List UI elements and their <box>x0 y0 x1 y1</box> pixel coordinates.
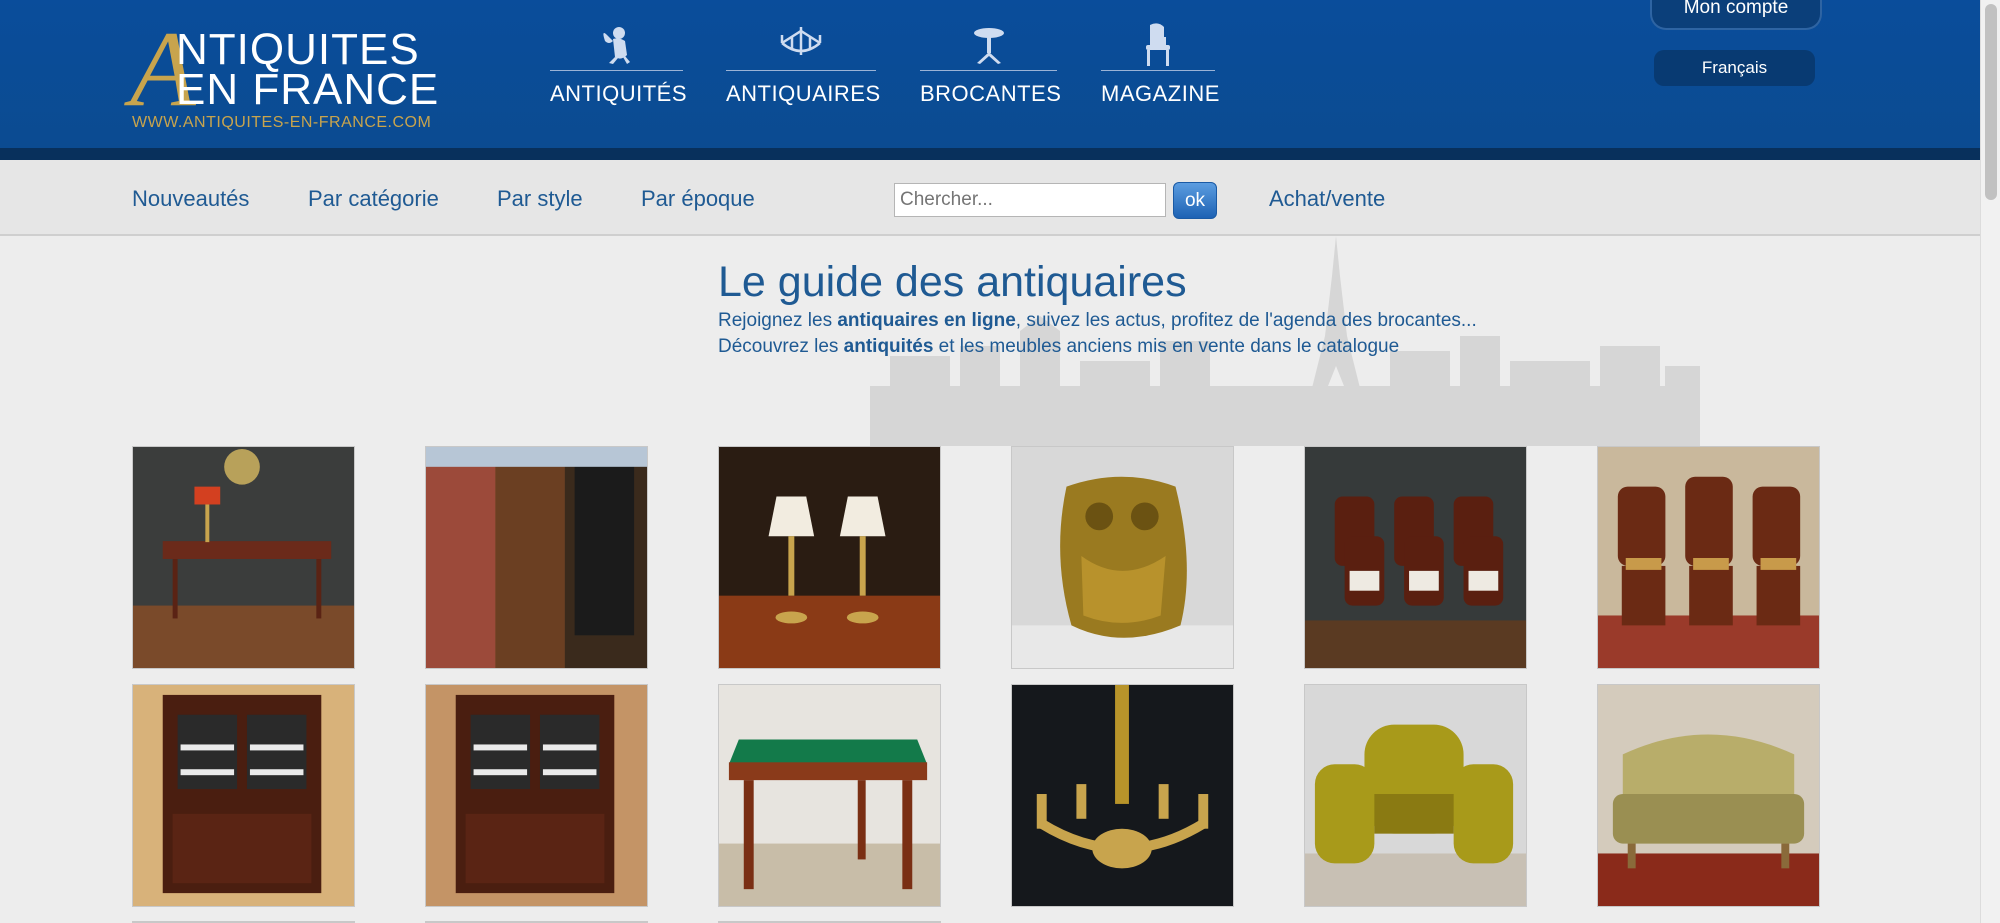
product-pair-of-lamps[interactable] <box>718 446 941 669</box>
account-button[interactable]: Mon compte <box>1650 0 1822 30</box>
nav-item-brocantes[interactable]: BROCANTES <box>920 22 1062 107</box>
nav-divider <box>550 70 683 71</box>
site-header: A NTIQUITES EN FRANCE WWW.ANTIQUITES-EN-… <box>0 0 1980 160</box>
nav-divider <box>726 70 876 71</box>
chair-icon <box>1101 22 1215 68</box>
nav-item-magazine[interactable]: MAGAZINE <box>1101 22 1220 107</box>
subnav-link-epoque[interactable]: Par époque <box>641 186 755 212</box>
cherub-icon <box>550 22 683 68</box>
hero-link-antiquites[interactable]: antiquités <box>844 336 934 357</box>
subnav-link-style[interactable]: Par style <box>497 186 583 212</box>
page-scrollbar[interactable] <box>1980 0 2000 923</box>
nav-divider <box>920 70 1057 71</box>
chandelier-icon <box>726 22 876 68</box>
product-sofa[interactable] <box>1597 684 1820 907</box>
page-title: Le guide des antiquaires <box>718 258 1187 306</box>
scrollbar-thumb[interactable] <box>1985 4 1997 200</box>
product-caned-chairs[interactable] <box>1597 446 1820 669</box>
nav-label: BROCANTES <box>920 81 1062 106</box>
logo-line-2: EN FRANCE <box>176 65 440 114</box>
nav-label: ANTIQUITÉS <box>550 81 688 106</box>
hero-text: , suivez les actus, profitez de l'agenda… <box>1015 310 1477 331</box>
hero-text: et les meubles anciens mis en vente dans… <box>933 336 1400 357</box>
product-writing-desk[interactable] <box>132 446 355 669</box>
gueridon-table-icon <box>920 22 1057 68</box>
product-card-table[interactable] <box>718 684 941 907</box>
nav-label: ANTIQUAIRES <box>726 81 881 106</box>
product-six-chairs[interactable] <box>1304 446 1527 669</box>
search-button[interactable]: ok <box>1173 182 1217 219</box>
site-logo[interactable]: A NTIQUITES EN FRANCE WWW.ANTIQUITES-EN-… <box>130 16 440 132</box>
hero-subtitle-1: Rejoignez les antiquaires en ligne, suiv… <box>718 310 1477 332</box>
subnav-link-achat-vente[interactable]: Achat/vente <box>1269 186 1385 212</box>
product-brass-owl[interactable] <box>1011 446 1234 669</box>
hero-text: Découvrez les <box>718 336 844 357</box>
product-gilt-chandelier[interactable] <box>1011 684 1234 907</box>
product-open-cabinet[interactable] <box>425 446 648 669</box>
nav-label: MAGAZINE <box>1101 81 1220 106</box>
product-salon-suite[interactable] <box>1304 684 1527 907</box>
product-glazed-buffet[interactable] <box>132 684 355 907</box>
nav-divider <box>1101 70 1215 71</box>
subnav-link-categorie[interactable]: Par catégorie <box>308 186 439 212</box>
language-selector[interactable]: Français <box>1654 50 1815 86</box>
nav-item-antiquaires[interactable]: ANTIQUAIRES <box>726 22 881 107</box>
search-input[interactable] <box>894 183 1166 217</box>
hero-link-antiquaires[interactable]: antiquaires en ligne <box>837 310 1015 331</box>
subnav-link-nouveautes[interactable]: Nouveautés <box>132 186 249 212</box>
hero-subtitle-2: Découvrez les antiquités et les meubles … <box>718 336 1399 358</box>
product-glazed-buffet-2[interactable] <box>425 684 648 907</box>
logo-url: WWW.ANTIQUITES-EN-FRANCE.COM <box>132 114 432 131</box>
nav-item-antiquites[interactable]: ANTIQUITÉS <box>550 22 688 107</box>
hero-text: Rejoignez les <box>718 310 838 331</box>
